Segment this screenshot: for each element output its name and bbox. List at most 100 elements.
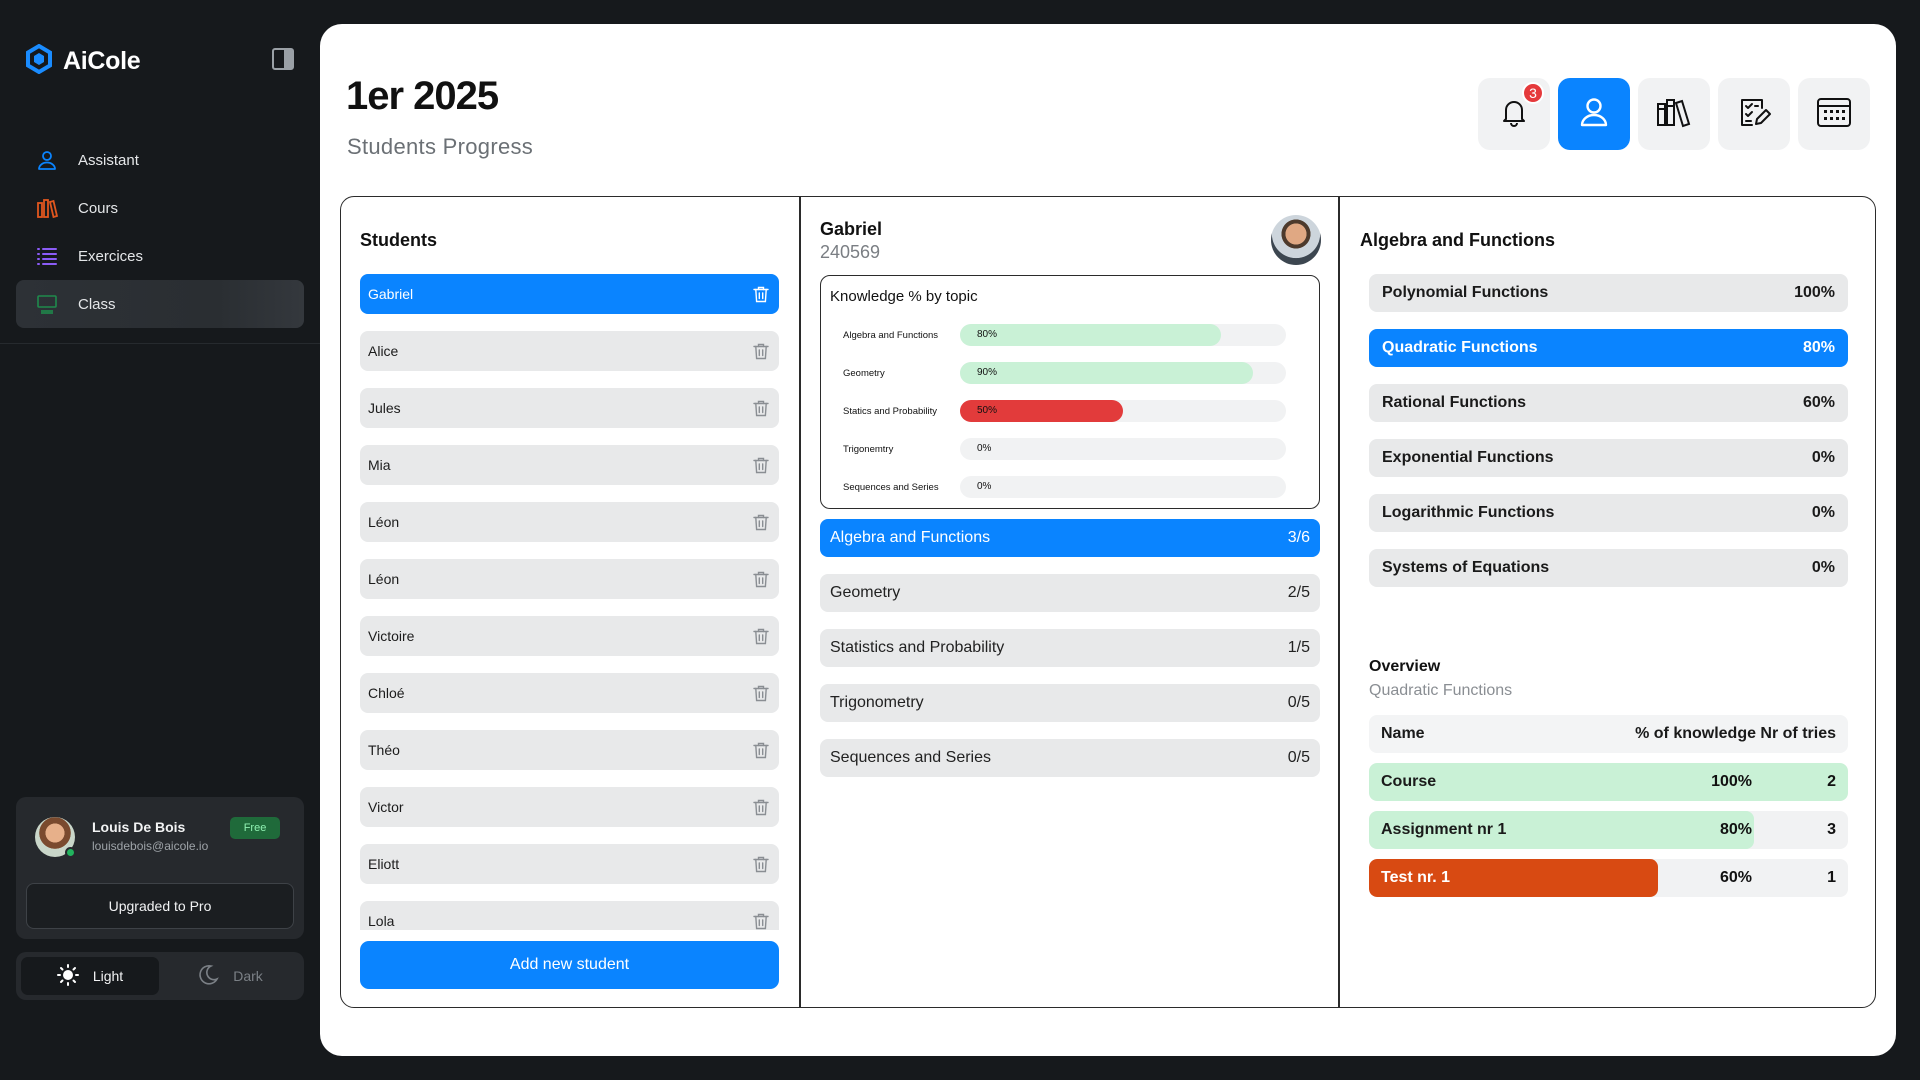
student-detail-column: Gabriel 240569 Knowledge % by topic Alge… bbox=[801, 197, 1339, 1007]
theme-light-button[interactable]: Light bbox=[21, 957, 159, 995]
subtopic-row[interactable]: Logarithmic Functions 0% bbox=[1369, 494, 1848, 532]
student-row[interactable]: Victor bbox=[360, 787, 779, 827]
topic-row[interactable]: Algebra and Functions 3/6 bbox=[820, 519, 1320, 557]
knowledge-percent: 50% bbox=[977, 405, 998, 416]
calendar-button[interactable] bbox=[1798, 78, 1870, 150]
knowledge-label: Statics and Probability bbox=[843, 405, 937, 417]
student-row[interactable]: Jules bbox=[360, 388, 779, 428]
subtopic-row[interactable]: Systems of Equations 0% bbox=[1369, 549, 1848, 587]
knowledge-label: Geometry bbox=[843, 367, 885, 379]
assignments-button[interactable] bbox=[1718, 78, 1790, 150]
topic-row[interactable]: Trigonometry 0/5 bbox=[820, 684, 1320, 722]
sidebar-item-class[interactable]: Class bbox=[16, 280, 304, 328]
trash-icon[interactable] bbox=[752, 798, 770, 816]
theme-dark-label: Dark bbox=[233, 968, 263, 984]
overview-row[interactable]: Course 100% 2 bbox=[1369, 763, 1848, 801]
upgrade-button[interactable]: Upgraded to Pro bbox=[26, 883, 294, 929]
student-row[interactable]: Gabriel bbox=[360, 274, 779, 314]
overview-row-tries: 1 bbox=[1827, 869, 1836, 886]
page-subtitle: Students Progress bbox=[347, 134, 534, 159]
topic-row[interactable]: Geometry 2/5 bbox=[820, 574, 1320, 612]
main-panel: 1er 2025 Students Progress 3 Students Ga… bbox=[320, 24, 1896, 1056]
sidebar: AiCole Assistant Cours Exercices Class L… bbox=[0, 0, 320, 1080]
topic-row[interactable]: Statistics and Probability 1/5 bbox=[820, 629, 1320, 667]
trash-icon[interactable] bbox=[752, 342, 770, 360]
user-icon bbox=[1576, 94, 1612, 135]
trash-icon[interactable] bbox=[752, 684, 770, 702]
student-row[interactable]: Léon bbox=[360, 502, 779, 542]
trash-icon[interactable] bbox=[752, 399, 770, 417]
topic-score: 0/5 bbox=[1287, 694, 1310, 711]
header-knowledge: % of knowledge bbox=[1635, 725, 1756, 742]
students-title: Students bbox=[360, 230, 438, 250]
sidebar-item-assistant[interactable]: Assistant bbox=[16, 136, 304, 184]
theme-dark-button[interactable]: Dark bbox=[161, 957, 299, 995]
knowledge-bar-track: 0% bbox=[960, 476, 1286, 498]
overview-row-tries: 2 bbox=[1827, 773, 1836, 790]
sidebar-item-exercices[interactable]: Exercices bbox=[16, 232, 304, 280]
student-row-name: Jules bbox=[368, 400, 401, 416]
knowledge-bar-track: 80% bbox=[960, 324, 1286, 346]
sidebar-nav: Assistant Cours Exercices Class bbox=[16, 136, 304, 328]
knowledge-label: Trigonemtry bbox=[843, 443, 894, 455]
overview-row-name: Test nr. 1 bbox=[1381, 869, 1451, 886]
subtopic-row[interactable]: Exponential Functions 0% bbox=[1369, 439, 1848, 477]
student-row-name: Théo bbox=[368, 742, 400, 758]
overview-row[interactable]: Test nr. 1 60% 1 bbox=[1369, 859, 1848, 897]
student-row-name: Mia bbox=[368, 457, 391, 473]
subtopic-row[interactable]: Rational Functions 60% bbox=[1369, 384, 1848, 422]
student-row[interactable]: Eliott bbox=[360, 844, 779, 884]
student-row[interactable]: Victoire bbox=[360, 616, 779, 656]
sidebar-item-cours[interactable]: Cours bbox=[16, 184, 304, 232]
subtopic-name: Systems of Equations bbox=[1382, 559, 1550, 576]
library-button[interactable] bbox=[1638, 78, 1710, 150]
knowledge-bar-track: 0% bbox=[960, 438, 1286, 460]
knowledge-row: Geometry 90% bbox=[843, 354, 1286, 392]
trash-icon[interactable] bbox=[752, 570, 770, 588]
trash-icon[interactable] bbox=[752, 855, 770, 873]
student-row[interactable]: Alice bbox=[360, 331, 779, 371]
plan-badge: Free bbox=[230, 817, 280, 839]
calendar-icon bbox=[1815, 95, 1853, 134]
page-title: 1er 2025 bbox=[346, 74, 499, 118]
knowledge-bar-fill bbox=[960, 324, 1221, 346]
trash-icon[interactable] bbox=[752, 513, 770, 531]
add-student-button[interactable]: Add new student bbox=[360, 941, 779, 989]
student-row[interactable]: Chloé bbox=[360, 673, 779, 713]
overview-header-row: Name % of knowledge Nr of tries bbox=[1369, 715, 1848, 753]
knowledge-percent: 90% bbox=[977, 367, 998, 378]
trash-icon[interactable] bbox=[752, 741, 770, 759]
student-row-name: Lola bbox=[368, 913, 395, 929]
overview-row-knowledge: 80% bbox=[1719, 821, 1752, 838]
knowledge-bars: Algebra and Functions 80% Geometry 90% S… bbox=[843, 316, 1286, 506]
student-row[interactable]: Mia bbox=[360, 445, 779, 485]
notifications-button[interactable]: 3 bbox=[1478, 78, 1550, 150]
header-name: Name bbox=[1381, 725, 1425, 742]
trash-icon[interactable] bbox=[752, 912, 770, 930]
topic-row[interactable]: Sequences and Series 0/5 bbox=[820, 739, 1320, 777]
books-icon bbox=[36, 197, 58, 219]
trash-icon[interactable] bbox=[752, 456, 770, 474]
subtopic-row[interactable]: Quadratic Functions 80% bbox=[1369, 329, 1848, 367]
overview-row-name: Assignment nr 1 bbox=[1381, 821, 1507, 838]
knowledge-bar-track: 90% bbox=[960, 362, 1286, 384]
sidebar-toggle-icon[interactable] bbox=[272, 48, 294, 70]
knowledge-row: Sequences and Series 0% bbox=[843, 468, 1286, 506]
subtopic-row[interactable]: Polynomial Functions 100% bbox=[1369, 274, 1848, 312]
students-view-button[interactable] bbox=[1558, 78, 1630, 150]
avatar[interactable] bbox=[35, 817, 76, 858]
student-list[interactable]: Gabriel Alice Jules Mia Léon Léon Victoi… bbox=[360, 274, 779, 930]
topic-title: Algebra and Functions bbox=[1360, 230, 1556, 250]
overview-row[interactable]: Assignment nr 1 80% 3 bbox=[1369, 811, 1848, 849]
trash-icon[interactable] bbox=[752, 285, 770, 303]
topic-name: Sequences and Series bbox=[830, 749, 991, 766]
trash-icon[interactable] bbox=[752, 627, 770, 645]
topic-list: Algebra and Functions 3/6 Geometry 2/5 Sta… bbox=[820, 519, 1320, 794]
topic-name: Geometry bbox=[830, 584, 901, 601]
student-row[interactable]: Théo bbox=[360, 730, 779, 770]
student-row[interactable]: Léon bbox=[360, 559, 779, 599]
student-row[interactable]: Lola bbox=[360, 901, 779, 930]
knowledge-row: Trigonemtry 0% bbox=[843, 430, 1286, 468]
user-name: Louis De Bois bbox=[92, 819, 186, 835]
brand[interactable]: AiCole bbox=[25, 43, 141, 79]
